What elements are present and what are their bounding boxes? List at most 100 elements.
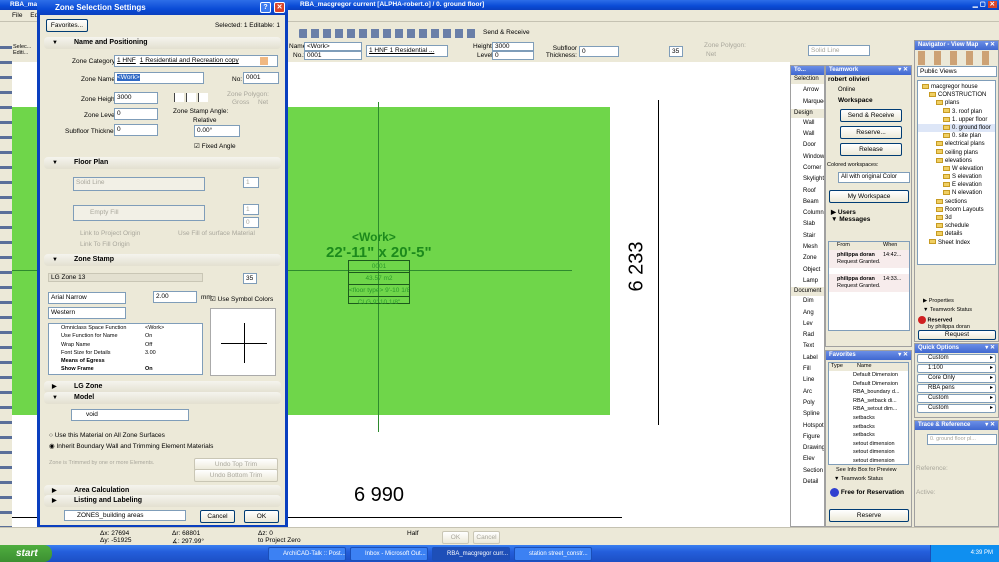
message-item[interactable]: philippa doran 14:33... Request Granted. (829, 274, 909, 292)
param-row[interactable]: Font Size for Details 3.00 (49, 349, 202, 357)
tool-label[interactable]: Label (791, 353, 824, 364)
request-button[interactable]: Request (918, 330, 996, 340)
no-field[interactable]: 0001 (304, 51, 362, 60)
my-workspace-button[interactable]: My Workspace (829, 190, 909, 203)
reserve-element-button[interactable]: Reserve (829, 509, 909, 522)
zone-height-field[interactable]: 3000 (114, 92, 158, 104)
favorites-button[interactable]: Favorites... (46, 19, 88, 32)
pen-field-1[interactable]: 1 (243, 177, 259, 188)
favorites-list[interactable]: Type Name Default Dimension Default Dimens… (828, 362, 909, 465)
fixed-angle-checkbox[interactable]: ☑ Fixed Angle (194, 142, 236, 150)
line-type-select[interactable]: Solid Line (808, 45, 870, 56)
quick-option-select[interactable]: Custom (917, 354, 996, 363)
toolbar-icons[interactable] (299, 29, 479, 38)
tool-skylight[interactable]: Skylight (791, 174, 824, 185)
favorite-item[interactable]: setbacks (829, 423, 908, 432)
stamp-position-icons[interactable] (174, 93, 210, 102)
favorite-item[interactable]: RBA_setback di... (829, 397, 908, 406)
tool-lamp[interactable]: Lamp (791, 276, 824, 287)
messages-heading[interactable]: ▼ Messages (831, 216, 870, 223)
quick-option-select[interactable]: 1:100 (917, 364, 996, 373)
param-row[interactable]: Wrap Name Off (49, 341, 202, 349)
tool-arc[interactable]: Arc (791, 387, 824, 398)
fill-select[interactable]: Empty Fill (73, 205, 205, 221)
tool-dim[interactable]: Dim (791, 296, 824, 307)
tree-item[interactable]: ceiling plans (918, 149, 995, 157)
stamp-params-list[interactable]: Omniclass Space Function <Work> Use Functi… (48, 323, 203, 375)
taskbar-item-archicad-talk[interactable]: ArchiCAD-Talk :: Post... (268, 547, 346, 561)
link-project-origin[interactable]: Link to Project Origin (80, 230, 140, 237)
param-row[interactable]: Omniclass Space Function <Work> (49, 324, 202, 332)
tree-item[interactable]: plans (918, 99, 995, 107)
menu-file[interactable]: File (12, 12, 22, 19)
favorite-item[interactable]: RBA_setout dim... (829, 405, 908, 414)
angle-field[interactable]: 0.00° (194, 125, 240, 137)
line-type-select[interactable]: Solid Line (73, 177, 205, 191)
tree-item[interactable]: Room Layouts (918, 206, 995, 214)
pen-field-2[interactable]: 1 (243, 204, 259, 215)
tree-item[interactable]: 1. upper floor (918, 116, 995, 124)
tool-stair[interactable]: Stair (791, 231, 824, 242)
font-size-field[interactable]: 2.00 (153, 291, 197, 303)
tool-elev[interactable]: Elev (791, 454, 824, 465)
zone-level-field[interactable]: 0 (114, 108, 158, 120)
param-row[interactable]: Means of Egress (49, 357, 202, 365)
tool-fill[interactable]: Fill (791, 364, 824, 375)
tool-roof[interactable]: Roof (791, 186, 824, 197)
tree-item[interactable]: N elevation (918, 189, 995, 197)
tree-item[interactable]: 0. ground floor (918, 123, 995, 133)
material-all-surfaces-radio[interactable]: ○ Use this Material on All Zone Surfaces (49, 432, 165, 439)
workspace-heading[interactable]: Workspace (826, 96, 911, 105)
half-snap[interactable]: Half (407, 530, 419, 537)
tree-item[interactable]: E elevation (918, 181, 995, 189)
tool-rad[interactable]: Rad (791, 330, 824, 341)
trace-source-select[interactable]: 0. ground floor pl... (927, 434, 997, 445)
height-field[interactable]: 3000 (492, 42, 534, 51)
zone-no-field[interactable]: 0001 (243, 72, 279, 84)
quick-option-select[interactable]: Custom (917, 394, 996, 403)
help-button[interactable]: ? (260, 2, 271, 13)
dimension-text-vertical[interactable]: 6 233 (626, 241, 649, 291)
polygon-select[interactable]: Net (706, 51, 716, 58)
close-button[interactable]: ✕ (274, 2, 285, 13)
tool-poly[interactable]: Poly (791, 398, 824, 409)
nav-teamwork-status[interactable]: ▼ Teamwork Status (923, 307, 972, 313)
section-model[interactable]: ▼ Model (44, 392, 281, 404)
link-fill-origin[interactable]: Link To Fill Origin (80, 241, 130, 248)
tool-mesh[interactable]: Mesh (791, 242, 824, 253)
param-row[interactable]: Use Function for Name On (49, 332, 202, 340)
tree-item[interactable]: W elevation (918, 165, 995, 173)
tree-item[interactable]: sections (918, 198, 995, 206)
net-radio[interactable]: Net (258, 99, 268, 106)
tool-hotspot[interactable]: Hotspot (791, 421, 824, 432)
tool-drawing[interactable]: Drawing (791, 443, 824, 454)
project-zero[interactable]: to Project Zero (258, 537, 301, 544)
status-cancel-button[interactable]: Cancel (473, 531, 500, 544)
tool-figure[interactable]: Figure (791, 432, 824, 443)
tool-spline[interactable]: Spline (791, 409, 824, 420)
navigator-mode-icons[interactable] (918, 51, 995, 65)
subfloor-field[interactable]: 0 (114, 124, 158, 136)
zone-stamp-dims[interactable]: 22'-11" x 20'-5" (326, 244, 432, 261)
send-receive-button[interactable]: Send & Receive (483, 29, 530, 36)
tool-object[interactable]: Object (791, 265, 824, 276)
tool-slab[interactable]: Slab (791, 219, 824, 230)
tree-item[interactable]: CONSTRUCTION (918, 91, 995, 99)
tool-corner[interactable]: Corner (791, 163, 824, 174)
section-listing-labeling[interactable]: ▶ Listing and Labeling (44, 495, 281, 507)
teamwork-status-heading[interactable]: ▼ Teamwork Status (826, 473, 911, 485)
pen-field[interactable]: 35 (669, 46, 683, 57)
font-select[interactable]: Arial Narrow (48, 292, 126, 304)
tree-item[interactable]: electrical plans (918, 140, 995, 148)
view-map-tree[interactable]: macgregor house CONSTRUCTION plans 3. roof … (917, 80, 996, 265)
param-row[interactable]: Show Frame On (49, 365, 202, 373)
pen-field-3[interactable]: 0 (243, 217, 259, 228)
category-select[interactable]: 1 HNF 1 Residential and Recreation copy (114, 55, 278, 67)
layer-select[interactable]: ZONES_building areas (64, 510, 186, 521)
use-symbol-colors-checkbox[interactable]: ☑ Use Symbol Colors (210, 295, 273, 303)
release-button[interactable]: Release (840, 143, 902, 156)
favorite-item[interactable]: setout dimension (829, 457, 908, 464)
tool-marquee[interactable]: Marquee (791, 96, 824, 108)
start-button[interactable]: start (0, 545, 52, 562)
section-floor-plan[interactable]: ▼ Floor Plan (44, 157, 281, 169)
